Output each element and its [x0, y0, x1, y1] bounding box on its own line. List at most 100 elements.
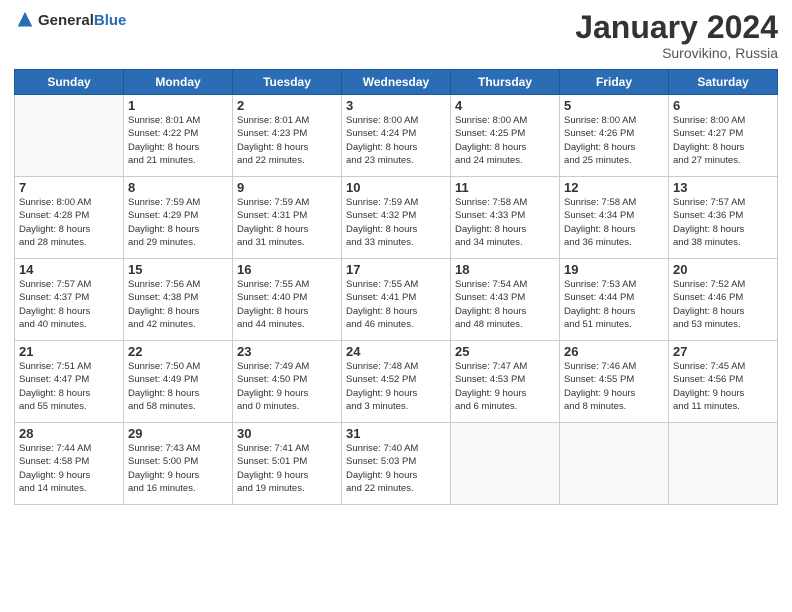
calendar-day-header: Thursday	[451, 70, 560, 95]
day-info: Sunrise: 7:45 AM Sunset: 4:56 PM Dayligh…	[673, 360, 773, 413]
day-info: Sunrise: 7:46 AM Sunset: 4:55 PM Dayligh…	[564, 360, 664, 413]
calendar-cell: 18Sunrise: 7:54 AM Sunset: 4:43 PM Dayli…	[451, 259, 560, 341]
day-number: 1	[128, 98, 228, 113]
calendar-week-row: 21Sunrise: 7:51 AM Sunset: 4:47 PM Dayli…	[15, 341, 778, 423]
day-number: 6	[673, 98, 773, 113]
calendar-cell: 8Sunrise: 7:59 AM Sunset: 4:29 PM Daylig…	[124, 177, 233, 259]
day-number: 20	[673, 262, 773, 277]
day-number: 13	[673, 180, 773, 195]
day-number: 18	[455, 262, 555, 277]
day-info: Sunrise: 7:57 AM Sunset: 4:36 PM Dayligh…	[673, 196, 773, 249]
calendar-cell: 13Sunrise: 7:57 AM Sunset: 4:36 PM Dayli…	[669, 177, 778, 259]
day-number: 8	[128, 180, 228, 195]
day-info: Sunrise: 8:00 AM Sunset: 4:26 PM Dayligh…	[564, 114, 664, 167]
day-info: Sunrise: 7:48 AM Sunset: 4:52 PM Dayligh…	[346, 360, 446, 413]
calendar-cell: 4Sunrise: 8:00 AM Sunset: 4:25 PM Daylig…	[451, 95, 560, 177]
calendar-cell: 3Sunrise: 8:00 AM Sunset: 4:24 PM Daylig…	[342, 95, 451, 177]
day-number: 9	[237, 180, 337, 195]
day-info: Sunrise: 7:58 AM Sunset: 4:34 PM Dayligh…	[564, 196, 664, 249]
calendar-cell: 29Sunrise: 7:43 AM Sunset: 5:00 PM Dayli…	[124, 423, 233, 505]
day-info: Sunrise: 7:55 AM Sunset: 4:40 PM Dayligh…	[237, 278, 337, 331]
day-info: Sunrise: 8:00 AM Sunset: 4:27 PM Dayligh…	[673, 114, 773, 167]
day-number: 23	[237, 344, 337, 359]
day-number: 12	[564, 180, 664, 195]
day-info: Sunrise: 7:50 AM Sunset: 4:49 PM Dayligh…	[128, 360, 228, 413]
calendar-cell	[669, 423, 778, 505]
day-number: 26	[564, 344, 664, 359]
day-number: 11	[455, 180, 555, 195]
logo-general: General	[38, 12, 94, 29]
calendar-cell	[15, 95, 124, 177]
day-number: 30	[237, 426, 337, 441]
calendar-cell: 30Sunrise: 7:41 AM Sunset: 5:01 PM Dayli…	[233, 423, 342, 505]
calendar-cell: 26Sunrise: 7:46 AM Sunset: 4:55 PM Dayli…	[560, 341, 669, 423]
day-info: Sunrise: 8:00 AM Sunset: 4:28 PM Dayligh…	[19, 196, 119, 249]
calendar-cell: 28Sunrise: 7:44 AM Sunset: 4:58 PM Dayli…	[15, 423, 124, 505]
day-info: Sunrise: 7:59 AM Sunset: 4:29 PM Dayligh…	[128, 196, 228, 249]
calendar-cell: 11Sunrise: 7:58 AM Sunset: 4:33 PM Dayli…	[451, 177, 560, 259]
day-info: Sunrise: 7:58 AM Sunset: 4:33 PM Dayligh…	[455, 196, 555, 249]
day-number: 27	[673, 344, 773, 359]
calendar-cell: 9Sunrise: 7:59 AM Sunset: 4:31 PM Daylig…	[233, 177, 342, 259]
calendar-cell: 2Sunrise: 8:01 AM Sunset: 4:23 PM Daylig…	[233, 95, 342, 177]
calendar-cell: 17Sunrise: 7:55 AM Sunset: 4:41 PM Dayli…	[342, 259, 451, 341]
calendar-cell: 22Sunrise: 7:50 AM Sunset: 4:49 PM Dayli…	[124, 341, 233, 423]
calendar-cell: 25Sunrise: 7:47 AM Sunset: 4:53 PM Dayli…	[451, 341, 560, 423]
calendar-header-row: SundayMondayTuesdayWednesdayThursdayFrid…	[15, 70, 778, 95]
day-info: Sunrise: 7:55 AM Sunset: 4:41 PM Dayligh…	[346, 278, 446, 331]
day-info: Sunrise: 7:49 AM Sunset: 4:50 PM Dayligh…	[237, 360, 337, 413]
logo-text: GeneralBlue	[38, 13, 126, 30]
calendar-cell: 5Sunrise: 8:00 AM Sunset: 4:26 PM Daylig…	[560, 95, 669, 177]
calendar-cell	[560, 423, 669, 505]
day-info: Sunrise: 7:44 AM Sunset: 4:58 PM Dayligh…	[19, 442, 119, 495]
calendar-day-header: Friday	[560, 70, 669, 95]
calendar-cell: 21Sunrise: 7:51 AM Sunset: 4:47 PM Dayli…	[15, 341, 124, 423]
header: GeneralBlue January 2024 Surovikino, Rus…	[14, 10, 778, 61]
calendar-cell: 12Sunrise: 7:58 AM Sunset: 4:34 PM Dayli…	[560, 177, 669, 259]
calendar-day-header: Wednesday	[342, 70, 451, 95]
day-number: 24	[346, 344, 446, 359]
calendar-cell: 19Sunrise: 7:53 AM Sunset: 4:44 PM Dayli…	[560, 259, 669, 341]
day-number: 21	[19, 344, 119, 359]
day-number: 28	[19, 426, 119, 441]
calendar-cell: 27Sunrise: 7:45 AM Sunset: 4:56 PM Dayli…	[669, 341, 778, 423]
day-info: Sunrise: 7:51 AM Sunset: 4:47 PM Dayligh…	[19, 360, 119, 413]
day-info: Sunrise: 7:43 AM Sunset: 5:00 PM Dayligh…	[128, 442, 228, 495]
day-info: Sunrise: 7:41 AM Sunset: 5:01 PM Dayligh…	[237, 442, 337, 495]
calendar-cell: 31Sunrise: 7:40 AM Sunset: 5:03 PM Dayli…	[342, 423, 451, 505]
day-number: 19	[564, 262, 664, 277]
calendar-week-row: 14Sunrise: 7:57 AM Sunset: 4:37 PM Dayli…	[15, 259, 778, 341]
day-info: Sunrise: 7:53 AM Sunset: 4:44 PM Dayligh…	[564, 278, 664, 331]
day-number: 7	[19, 180, 119, 195]
calendar-cell: 10Sunrise: 7:59 AM Sunset: 4:32 PM Dayli…	[342, 177, 451, 259]
day-number: 5	[564, 98, 664, 113]
day-number: 29	[128, 426, 228, 441]
day-number: 15	[128, 262, 228, 277]
month-title: January 2024	[575, 10, 778, 45]
title-block: January 2024 Surovikino, Russia	[575, 10, 778, 61]
logo: GeneralBlue	[14, 10, 126, 32]
day-number: 4	[455, 98, 555, 113]
day-number: 22	[128, 344, 228, 359]
day-number: 3	[346, 98, 446, 113]
day-info: Sunrise: 7:59 AM Sunset: 4:32 PM Dayligh…	[346, 196, 446, 249]
day-info: Sunrise: 7:52 AM Sunset: 4:46 PM Dayligh…	[673, 278, 773, 331]
day-info: Sunrise: 7:40 AM Sunset: 5:03 PM Dayligh…	[346, 442, 446, 495]
logo-icon	[14, 10, 36, 32]
calendar-cell	[451, 423, 560, 505]
calendar-day-header: Sunday	[15, 70, 124, 95]
day-info: Sunrise: 7:56 AM Sunset: 4:38 PM Dayligh…	[128, 278, 228, 331]
calendar-cell: 7Sunrise: 8:00 AM Sunset: 4:28 PM Daylig…	[15, 177, 124, 259]
calendar-week-row: 28Sunrise: 7:44 AM Sunset: 4:58 PM Dayli…	[15, 423, 778, 505]
calendar-cell: 20Sunrise: 7:52 AM Sunset: 4:46 PM Dayli…	[669, 259, 778, 341]
day-info: Sunrise: 8:01 AM Sunset: 4:23 PM Dayligh…	[237, 114, 337, 167]
day-number: 2	[237, 98, 337, 113]
page-container: GeneralBlue January 2024 Surovikino, Rus…	[0, 0, 792, 612]
calendar-cell: 14Sunrise: 7:57 AM Sunset: 4:37 PM Dayli…	[15, 259, 124, 341]
logo-blue: Blue	[94, 12, 127, 29]
day-number: 31	[346, 426, 446, 441]
day-info: Sunrise: 8:00 AM Sunset: 4:24 PM Dayligh…	[346, 114, 446, 167]
calendar-table: SundayMondayTuesdayWednesdayThursdayFrid…	[14, 69, 778, 505]
calendar-day-header: Monday	[124, 70, 233, 95]
calendar-cell: 16Sunrise: 7:55 AM Sunset: 4:40 PM Dayli…	[233, 259, 342, 341]
